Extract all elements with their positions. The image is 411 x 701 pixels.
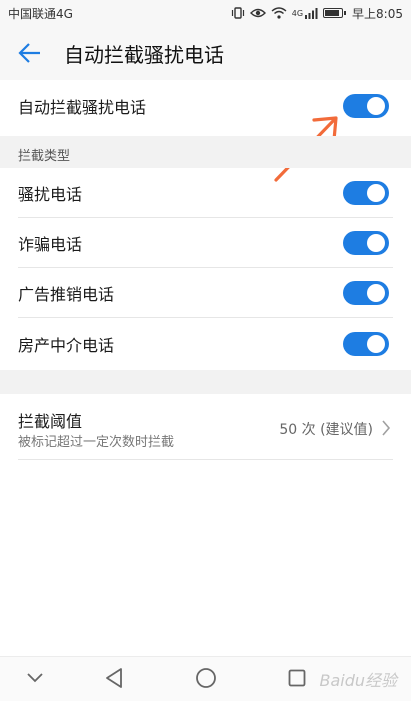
- block-type-label: 骚扰电话: [18, 185, 83, 204]
- battery-icon: [323, 8, 347, 18]
- master-toggle-row[interactable]: 自动拦截骚扰电话: [0, 80, 411, 132]
- watermark-text: Baidu经验: [319, 671, 397, 690]
- recents-square-icon[interactable]: [288, 669, 306, 687]
- app-header: 自动拦截骚扰电话: [0, 26, 411, 80]
- carrier-text: 中国联通4G: [8, 6, 73, 21]
- threshold-value: 50 次 (建议值): [279, 422, 373, 438]
- master-toggle-switch[interactable]: [343, 94, 389, 118]
- status-time: 早上8:05: [352, 6, 403, 21]
- block-type-toggle[interactable]: [343, 281, 389, 305]
- block-type-toggle[interactable]: [343, 181, 389, 205]
- block-type-row[interactable]: 广告推销电话: [0, 268, 411, 318]
- arrow-left-icon: [18, 43, 40, 63]
- threshold-subtitle: 被标记超过一定次数时拦截: [18, 435, 175, 450]
- page-title: 自动拦截骚扰电话: [64, 42, 224, 67]
- block-type-label: 广告推销电话: [18, 285, 115, 304]
- vibrate-icon: [231, 7, 245, 19]
- back-button[interactable]: [2, 26, 58, 80]
- chevron-right-icon: [382, 420, 391, 436]
- block-type-toggle[interactable]: [343, 332, 389, 356]
- block-type-toggle[interactable]: [343, 231, 389, 255]
- block-type-label: 房产中介电话: [18, 336, 115, 355]
- block-type-row[interactable]: 骚扰电话: [0, 168, 411, 218]
- signal-icon: 4G: [292, 7, 318, 19]
- chevron-down-icon[interactable]: [26, 672, 44, 684]
- section-title: 拦截类型: [18, 149, 71, 164]
- section-header: 拦截类型: [0, 136, 411, 168]
- network-badge: 4G: [291, 8, 304, 18]
- block-type-row[interactable]: 房产中介电话: [0, 318, 411, 370]
- home-circle-icon[interactable]: [195, 667, 217, 689]
- status-bar: 中国联通4G 4G 早上8:05: [0, 0, 411, 26]
- block-type-row[interactable]: 诈骗电话: [0, 218, 411, 268]
- master-toggle-label: 自动拦截骚扰电话: [18, 98, 147, 117]
- section-gap: [0, 370, 411, 394]
- navigation-bar: Baidu经验: [0, 656, 411, 701]
- back-triangle-icon[interactable]: [104, 667, 124, 689]
- eye-icon: [249, 7, 266, 19]
- wifi-icon: [271, 7, 287, 19]
- threshold-title: 拦截阈值: [18, 412, 83, 431]
- block-type-label: 诈骗电话: [18, 235, 83, 254]
